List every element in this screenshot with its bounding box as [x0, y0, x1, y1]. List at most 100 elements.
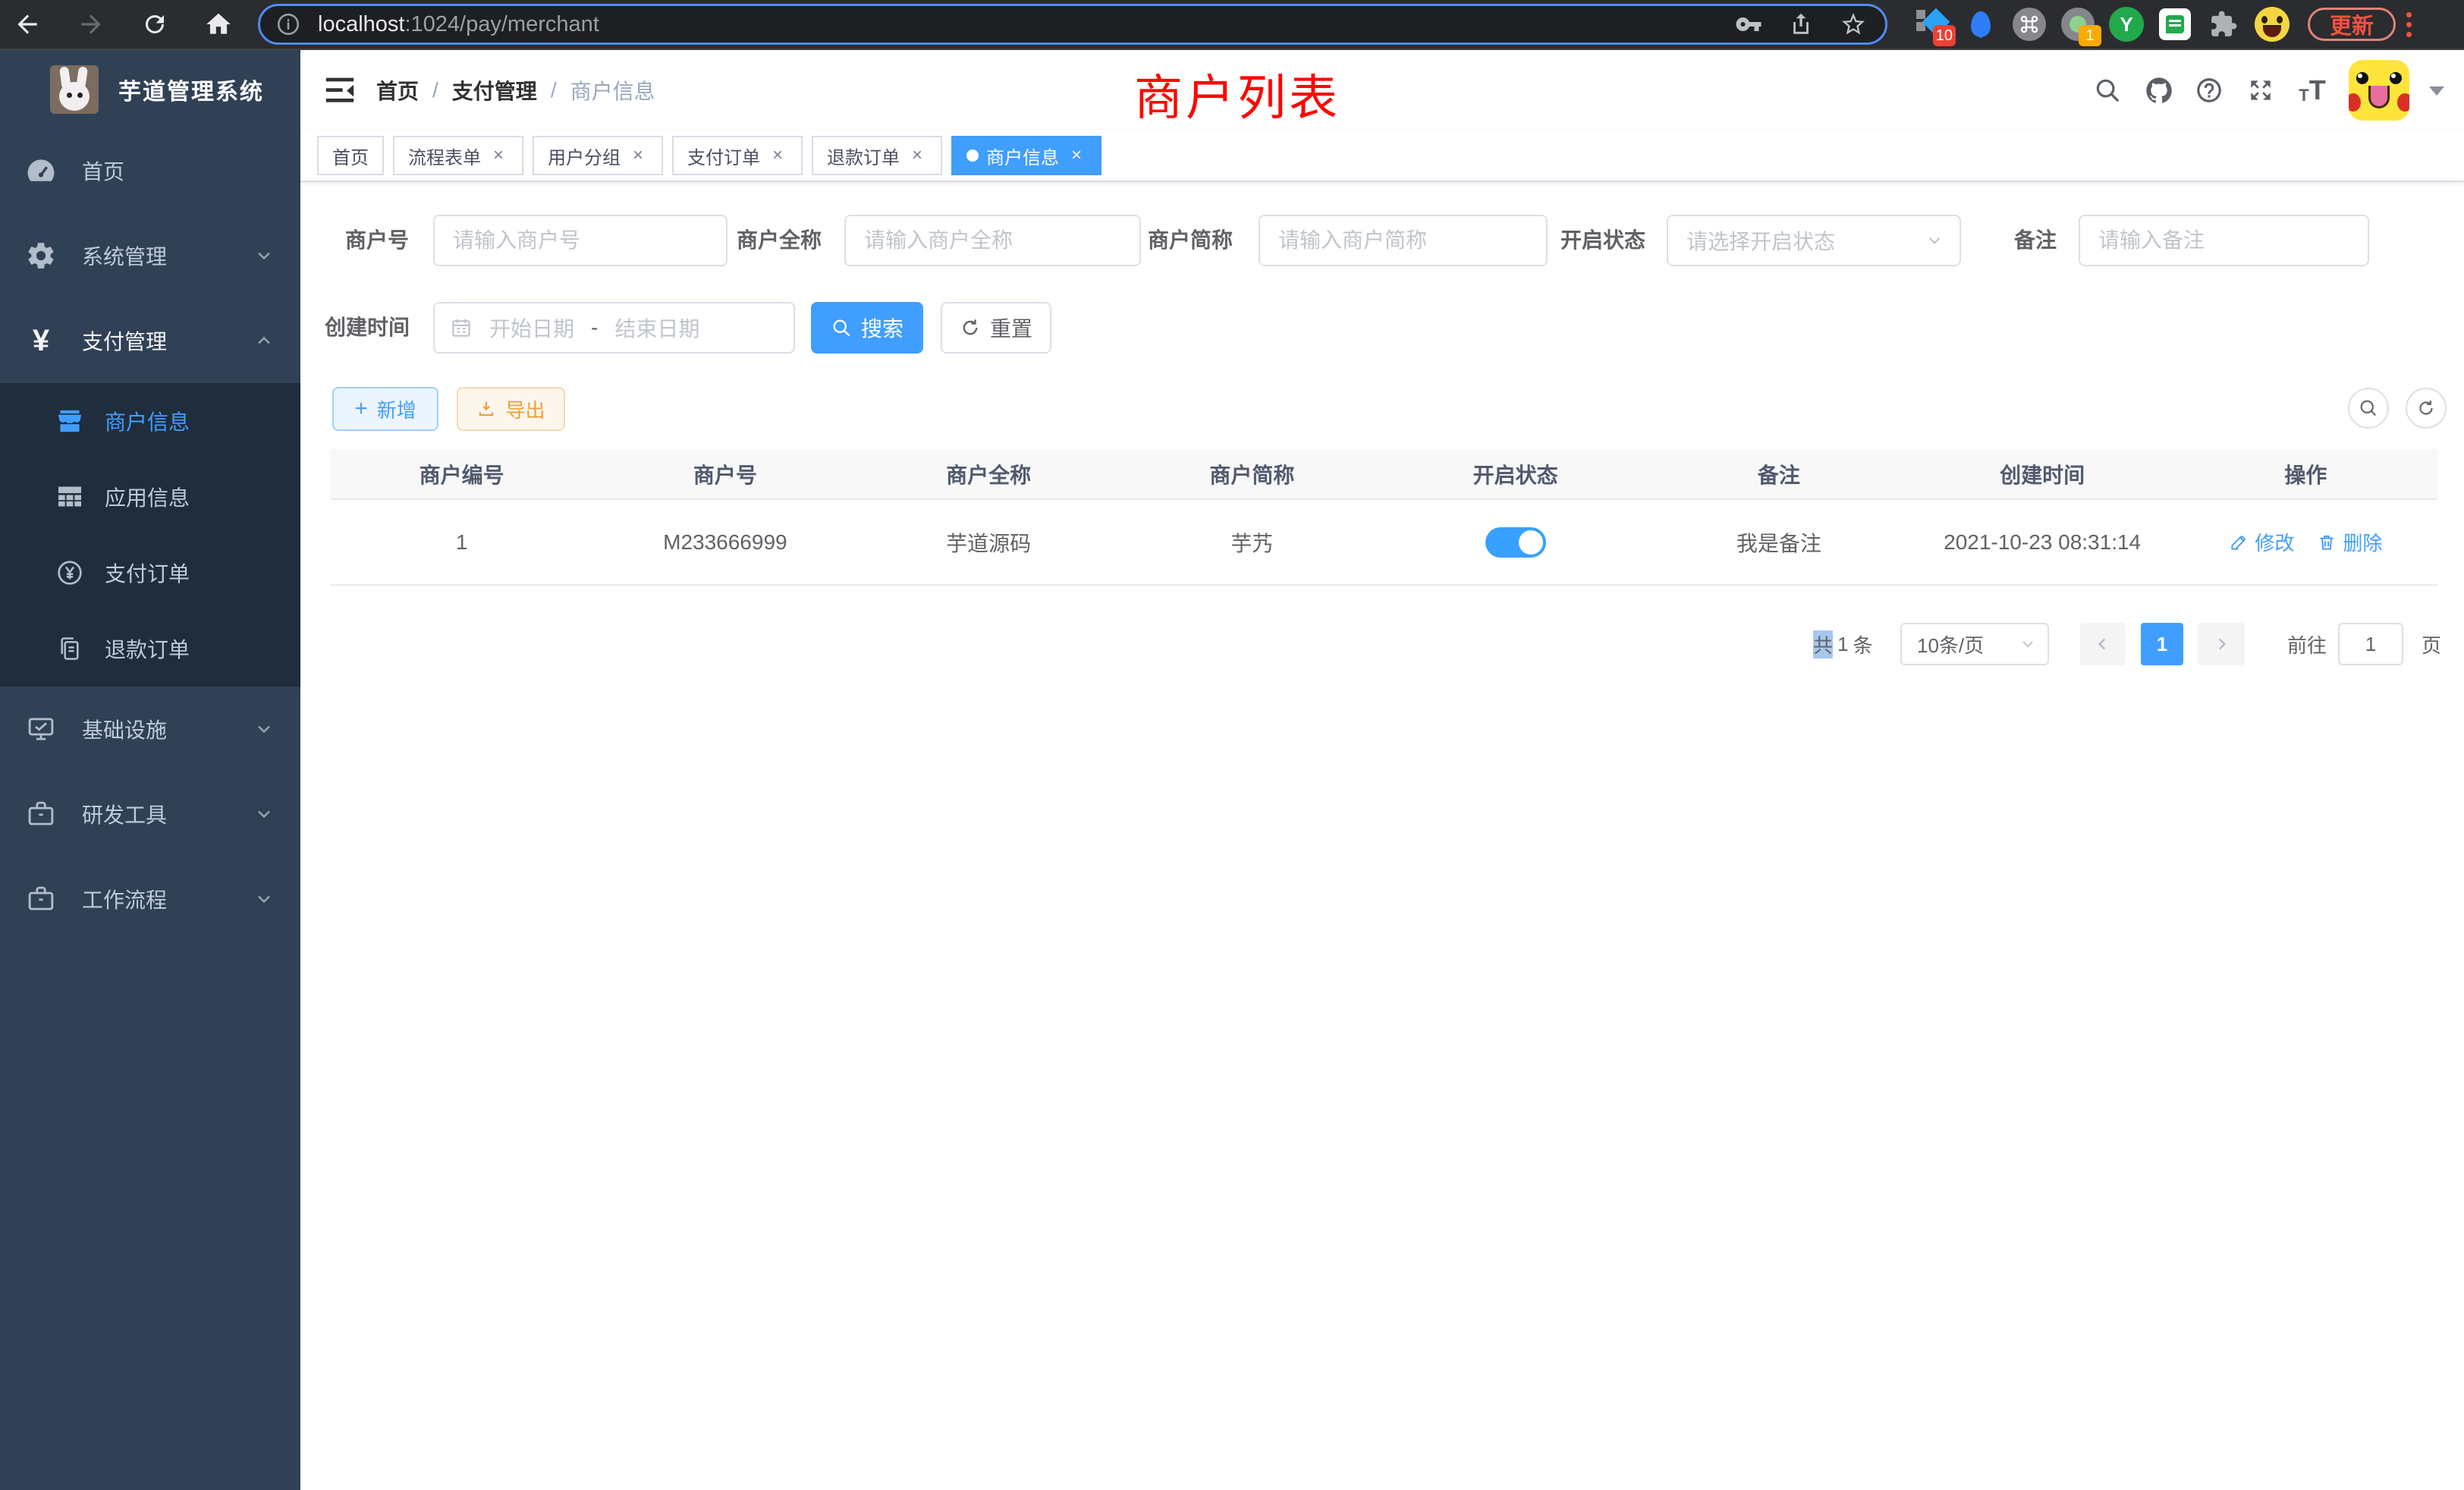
breadcrumb-home[interactable]: 首页 [376, 75, 419, 105]
grid-table-icon [53, 482, 86, 512]
sidebar-item-label: 应用信息 [105, 482, 190, 512]
add-button[interactable]: + 新增 [332, 387, 438, 431]
extensions-puzzle-icon[interactable] [2206, 7, 2241, 42]
next-page-button[interactable] [2198, 623, 2245, 665]
extension-notes-icon[interactable] [2158, 7, 2192, 42]
address-bar[interactable]: localhost:1024/pay/merchant [258, 4, 1887, 45]
url-text[interactable]: localhost:1024/pay/merchant [318, 12, 1735, 37]
sidebar-item-app-info[interactable]: 应用信息 [0, 459, 300, 535]
export-button-label: 导出 [505, 395, 545, 423]
browser-forward-icon[interactable] [74, 8, 108, 41]
extension-command-icon[interactable] [2012, 7, 2047, 42]
profile-emoji-icon[interactable] [2255, 7, 2290, 42]
goto-page-input[interactable] [2338, 623, 2403, 665]
sidebar-item-devtools[interactable]: 研发工具 [0, 772, 300, 857]
col-actions: 操作 [2174, 459, 2437, 489]
add-button-label: 新增 [377, 395, 416, 423]
dashboard-icon [23, 154, 59, 187]
search-button[interactable]: 搜索 [811, 302, 923, 354]
tab-pay-order[interactable]: 支付订单 × [672, 136, 803, 175]
filter-label-remark: 备注 [2014, 215, 2057, 266]
start-date-placeholder[interactable]: 开始日期 [489, 313, 574, 343]
sidebar-item-system[interactable]: 系统管理 [0, 213, 300, 298]
sidebar-item-pay-order[interactable]: 支付订单 [0, 535, 300, 611]
github-icon[interactable] [2144, 75, 2174, 105]
store-icon [53, 406, 86, 436]
sidebar-item-merchant-info[interactable]: 商户信息 [0, 383, 300, 459]
sidebar-item-label: 基础设施 [82, 714, 167, 744]
chevron-down-icon [253, 245, 275, 266]
browser-reload-icon[interactable] [138, 8, 171, 41]
col-merchant-short: 商户简称 [1120, 459, 1384, 489]
close-icon[interactable]: × [907, 146, 927, 165]
status-select-placeholder: 请选择开启状态 [1686, 225, 1925, 256]
breadcrumb: 首页 / 支付管理 / 商户信息 [376, 50, 655, 130]
sidebar-item-workflow[interactable]: 工作流程 [0, 857, 300, 941]
total-prefix: 共 [1813, 630, 1833, 659]
total-suffix: 条 [1853, 630, 1872, 659]
tab-home[interactable]: 首页 [317, 136, 384, 175]
close-icon[interactable]: × [628, 146, 648, 165]
fullscreen-icon[interactable] [2246, 75, 2276, 105]
breadcrumb-section[interactable]: 支付管理 [452, 75, 537, 105]
close-icon[interactable]: × [768, 146, 787, 165]
prev-page-button[interactable] [2080, 623, 2126, 665]
sidebar-fold-icon[interactable] [323, 75, 357, 105]
col-merchant-no: 商户号 [593, 459, 856, 489]
merchant-no-input[interactable] [433, 215, 728, 266]
top-navbar: 首页 / 支付管理 / 商户信息 TT [300, 50, 2464, 130]
browser-back-icon[interactable] [11, 8, 44, 41]
password-key-icon[interactable] [1735, 11, 1762, 38]
cell-merchant-name: 芋道源码 [857, 527, 1120, 558]
briefcase-icon [23, 883, 59, 915]
status-toggle[interactable] [1485, 527, 1546, 558]
close-icon[interactable]: × [489, 146, 508, 165]
sidebar-item-infra[interactable]: 基础设施 [0, 687, 300, 772]
tab-merchant-info[interactable]: 商户信息 × [951, 136, 1102, 175]
remark-input[interactable] [2079, 215, 2369, 266]
help-icon[interactable] [2194, 75, 2224, 105]
tab-process-form[interactable]: 流程表单 × [393, 136, 523, 175]
chrome-menu-icon[interactable] [2406, 12, 2412, 37]
extension-pin-icon[interactable] [1963, 7, 1998, 42]
toggle-search-button[interactable] [2348, 388, 2389, 429]
merchant-short-input[interactable] [1259, 215, 1548, 266]
share-icon[interactable] [1788, 11, 1814, 37]
merchant-name-input[interactable] [844, 215, 1141, 266]
end-date-placeholder[interactable]: 结束日期 [614, 313, 699, 343]
tab-user-group[interactable]: 用户分组 × [533, 136, 663, 175]
delete-link[interactable]: 删除 [2317, 528, 2382, 556]
pagination-total: 共 1 条 [1813, 623, 1873, 665]
browser-home-icon[interactable] [202, 8, 235, 41]
extension-icon-1[interactable]: 10 [1915, 7, 1950, 42]
sidebar-item-pay[interactable]: ¥ 支付管理 [0, 298, 300, 383]
edit-link[interactable]: 修改 [2229, 528, 2294, 556]
page-size-select[interactable]: 10条/页 [1900, 623, 2049, 665]
site-info-icon[interactable] [275, 11, 301, 37]
extension-y-icon[interactable]: Y [2109, 7, 2144, 42]
sidebar-item-label: 研发工具 [82, 799, 167, 829]
export-button[interactable]: 导出 [457, 387, 565, 431]
status-select[interactable]: 请选择开启状态 [1667, 215, 1961, 266]
refresh-list-button[interactable] [2406, 388, 2447, 429]
tab-refund-order[interactable]: 退款订单 × [812, 136, 942, 175]
header-search-icon[interactable] [2092, 75, 2123, 105]
chrome-update-button[interactable]: 更新 [2308, 8, 2396, 41]
extension-icon-2[interactable]: 1 [2060, 7, 2095, 42]
font-size-icon[interactable]: TT [2297, 75, 2327, 105]
avatar-caret-icon[interactable] [2429, 86, 2444, 103]
chevron-down-icon [253, 888, 275, 910]
reset-button[interactable]: 重置 [941, 302, 1051, 354]
sidebar-item-refund-order[interactable]: 退款订单 [0, 611, 300, 687]
user-avatar[interactable] [2349, 60, 2409, 121]
page-number-1[interactable]: 1 [2141, 623, 2183, 665]
tab-label: 首页 [332, 143, 369, 169]
col-merchant-id: 商户编号 [330, 459, 593, 489]
monitor-icon [23, 713, 59, 745]
sidebar-item-home[interactable]: 首页 [0, 128, 300, 213]
app-logo-row[interactable]: 芋道管理系统 [0, 50, 300, 128]
bookmark-star-icon[interactable] [1840, 11, 1867, 38]
create-time-range-picker[interactable]: 开始日期 - 结束日期 [433, 302, 795, 354]
cell-create-time: 2021-10-23 08:31:14 [1911, 530, 2174, 555]
close-icon[interactable]: × [1067, 146, 1086, 165]
